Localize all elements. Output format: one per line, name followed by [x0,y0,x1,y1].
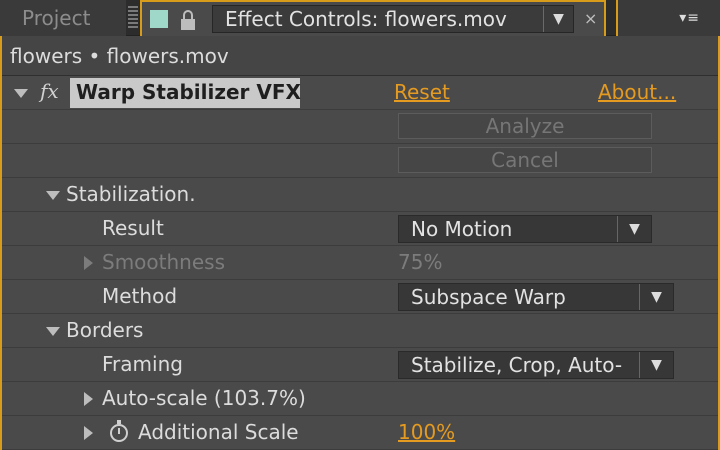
chevron-down-icon: ▼ [617,216,651,242]
panel-grip-handle[interactable] [128,6,138,30]
layer-select-value: Effect Controls: flowers.mov [225,7,507,31]
autoscale-row: Auto-scale (103.7%) [2,382,718,416]
borders-group-row: Borders [2,314,718,348]
about-link[interactable]: About... [598,80,676,104]
smoothness-value: 75% [398,250,443,274]
cancel-row: Cancel [2,144,718,178]
additional-scale-value[interactable]: 100% [398,420,455,444]
breadcrumb: flowers • flowers.mov [2,36,718,76]
panel-menu-area: ▾≡ [616,0,720,36]
result-dropdown[interactable]: No Motion ▼ [398,215,652,243]
cancel-button[interactable]: Cancel [398,147,652,173]
effect-name: Warp Stabilizer VFX [76,80,301,104]
collapse-triangle-icon[interactable] [14,89,28,98]
collapse-triangle-icon[interactable] [46,327,60,336]
tab-project[interactable]: Project [0,0,126,36]
framing-value: Stabilize, Crop, Auto- [411,353,623,377]
method-row: Method Subspace Warp ▼ [2,280,718,314]
result-row: Result No Motion ▼ [2,212,718,246]
chevron-down-icon: ▼ [639,284,673,310]
panel-menu-icon[interactable]: ▾≡ [679,10,700,26]
framing-label: Framing [102,352,183,376]
expand-triangle-icon[interactable] [84,392,93,406]
method-label: Method [102,284,178,308]
close-icon[interactable]: × [584,9,597,28]
collapse-triangle-icon[interactable] [46,191,60,200]
panel-tab-bar: Project Effect Controls: flowers.mov ▼ ×… [0,0,720,36]
fx-icon[interactable]: fx [40,79,59,103]
analyze-button[interactable]: Analyze [398,113,652,139]
lock-icon[interactable] [180,10,196,30]
analyze-row: Analyze [2,110,718,144]
expand-triangle-icon[interactable] [84,426,93,440]
effect-header-row: fx Warp Stabilizer VFX Reset About... [2,76,718,110]
autoscale-label: Auto-scale (103.7%) [102,386,306,410]
expand-triangle-icon[interactable] [84,256,93,270]
smoothness-label: Smoothness [102,250,225,274]
stopwatch-icon[interactable] [110,420,128,442]
reset-link[interactable]: Reset [394,80,450,104]
framing-row: Framing Stabilize, Crop, Auto- ▼ [2,348,718,382]
borders-label: Borders [66,318,144,342]
effect-name-selection[interactable]: Warp Stabilizer VFX [70,78,301,108]
method-dropdown[interactable]: Subspace Warp ▼ [398,283,674,311]
additional-scale-label: Additional Scale [138,420,299,444]
result-value: No Motion [411,217,513,241]
chevron-down-icon: ▼ [639,352,673,378]
layer-select-dropdown[interactable]: Effect Controls: flowers.mov ▼ [212,5,574,33]
framing-dropdown[interactable]: Stabilize, Crop, Auto- ▼ [398,351,674,379]
color-swatch-icon[interactable] [150,10,168,28]
method-value: Subspace Warp [411,285,566,309]
effect-controls-panel: flowers • flowers.mov fx Warp Stabilizer… [0,36,720,450]
smoothness-row: Smoothness 75% [2,246,718,280]
stabilization-label: Stabilization. [66,182,196,206]
tab-effect-controls[interactable]: Effect Controls: flowers.mov ▼ × [140,0,606,36]
additional-scale-row: Additional Scale 100% [2,416,718,450]
result-label: Result [102,216,164,240]
stabilization-group-row: Stabilization. [2,178,718,212]
tab-project-label: Project [22,6,91,30]
chevron-down-icon: ▼ [543,6,573,32]
